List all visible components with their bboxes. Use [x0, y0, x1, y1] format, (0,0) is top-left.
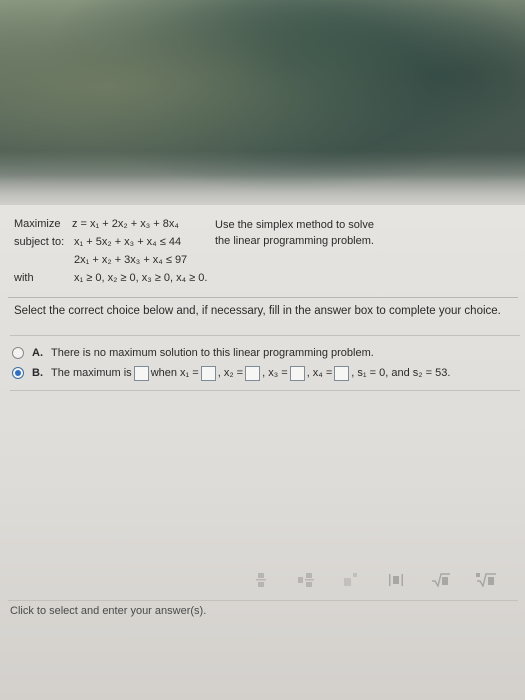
exponent-icon[interactable]	[340, 572, 362, 588]
x3-input[interactable]	[289, 365, 305, 381]
status-bar: Click to select and enter your answer(s)…	[8, 600, 518, 655]
square-root-icon[interactable]	[430, 572, 452, 588]
absolute-value-icon[interactable]	[385, 572, 407, 588]
choice-b-letter: B.	[32, 367, 43, 379]
fraction-icon[interactable]	[250, 572, 272, 588]
mixed-number-icon[interactable]	[295, 572, 317, 588]
nth-root-icon[interactable]	[475, 572, 497, 588]
instructions-line-2: the linear programming problem.	[215, 235, 374, 247]
radio-a[interactable]	[12, 347, 24, 359]
instructions: Use the simplex method to solve the line…	[215, 217, 505, 249]
max-value-input[interactable]	[133, 365, 149, 381]
answer-choices: A. There is no maximum solution to this …	[10, 335, 520, 391]
x2-label: , x₂ =	[217, 367, 244, 379]
constraint-1: x₁ + 5x₂ + x₃ + x₄ ≤ 44	[74, 236, 182, 248]
subject-to-label: subject to:	[14, 236, 65, 248]
x2-input[interactable]	[245, 365, 261, 381]
maximize-label: Maximize	[14, 218, 61, 230]
divider	[8, 297, 518, 298]
x3-label: , x₃ =	[262, 367, 288, 379]
radio-b[interactable]	[12, 367, 24, 379]
choice-a-text: There is no maximum solution to this lin…	[51, 347, 374, 359]
nonnegativity-constraints: x₁ ≥ 0, x₂ ≥ 0, x₃ ≥ 0, x₄ ≥ 0.	[74, 272, 208, 284]
x1-label: when x₁ =	[150, 367, 199, 379]
objective-function: z = x₁ + 2x₂ + x₃ + 8x₄	[72, 218, 179, 230]
x1-input[interactable]	[200, 365, 216, 381]
choice-b-text: The maximum is	[51, 367, 132, 379]
background-photo	[0, 0, 525, 215]
math-toolbar	[250, 570, 520, 590]
instructions-line-1: Use the simplex method to solve	[215, 219, 374, 231]
with-label: with	[14, 272, 34, 284]
choice-b[interactable]: B. The maximum is when x₁ = , x₂ = , x₃ …	[12, 364, 450, 382]
x4-label: , x₄ =	[306, 367, 333, 379]
question-panel: Maximize z = x₁ + 2x₂ + x₃ + 8x₄ subject…	[0, 205, 525, 700]
slack-values-text: , s₁ = 0, and s₂ = 53.	[351, 367, 451, 379]
constraint-2: 2x₁ + x₂ + 3x₃ + x₄ ≤ 97	[74, 254, 188, 266]
choice-a-letter: A.	[32, 347, 43, 359]
status-text: Click to select and enter your answer(s)…	[10, 605, 207, 617]
prompt-text: Select the correct choice below and, if …	[14, 305, 501, 317]
x4-input[interactable]	[334, 365, 350, 381]
choice-a[interactable]: A. There is no maximum solution to this …	[12, 344, 374, 362]
